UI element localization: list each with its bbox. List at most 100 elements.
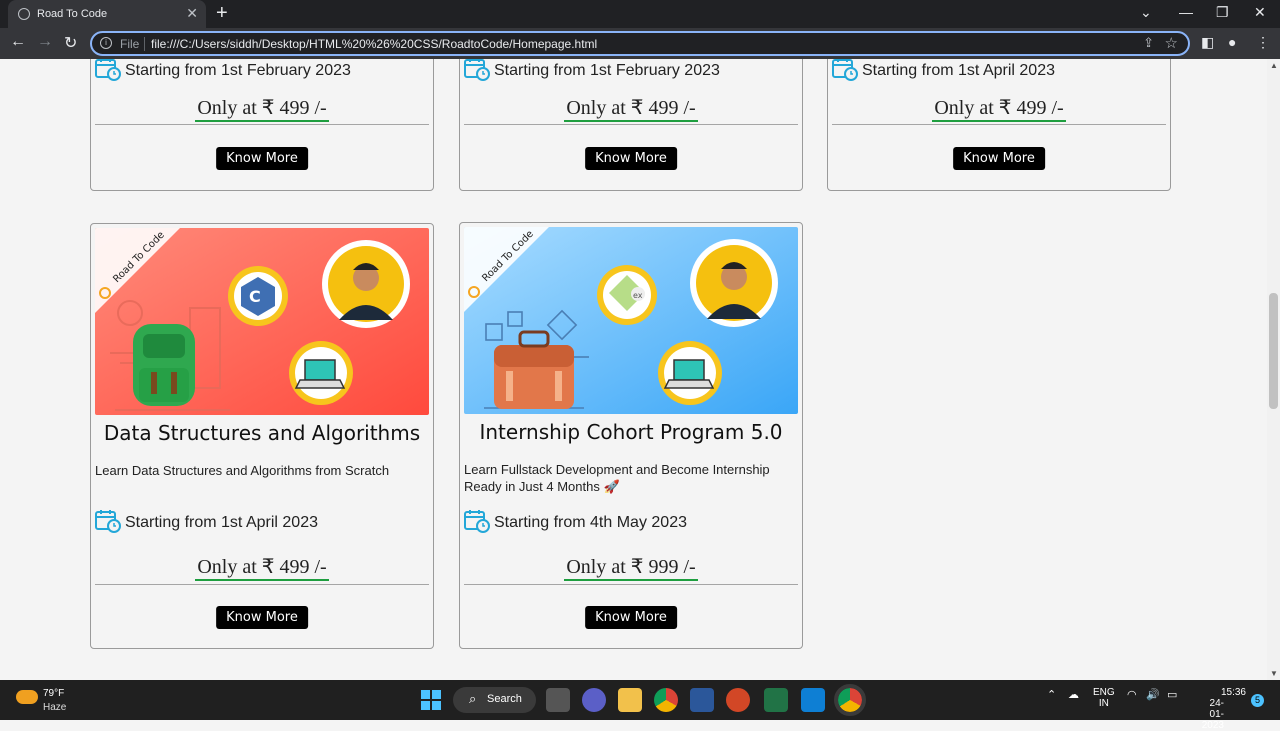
chrome-icon[interactable] <box>654 688 678 712</box>
know-more-button[interactable]: Know More <box>585 147 677 170</box>
card-divider <box>95 584 429 585</box>
know-more-button[interactable]: Know More <box>953 147 1045 170</box>
profile-icon[interactable]: ● <box>1228 34 1236 50</box>
globe-icon <box>18 8 30 20</box>
svg-text:ex: ex <box>633 291 643 300</box>
page-scrollbar[interactable]: ▲ ▼ <box>1267 59 1280 680</box>
course-card: Starting from 1st February 2023 Only at … <box>90 59 434 191</box>
calendar-icon <box>464 59 490 81</box>
share-icon[interactable]: ⇪ <box>1143 35 1154 51</box>
price-text: Only at ₹ 499 /- <box>195 97 329 122</box>
url-text[interactable]: file:///C:/Users/siddh/Desktop/HTML%20%2… <box>151 37 597 51</box>
clock[interactable]: 15:36 24-01-2023 <box>1202 687 1246 731</box>
tray-overflow-icon[interactable]: ⌃ <box>1047 688 1056 701</box>
calendar-icon <box>464 510 490 533</box>
maximize-button[interactable]: ❐ <box>1216 4 1229 21</box>
price: Only at ₹ 499 /- <box>828 95 1170 122</box>
card-divider <box>832 124 1166 125</box>
dsa-banner-illustration: Road To Code C <box>95 228 429 415</box>
scroll-up-arrow-icon[interactable]: ▲ <box>1270 61 1278 70</box>
scrollbar-thumb[interactable] <box>1269 293 1278 409</box>
scroll-down-arrow-icon[interactable]: ▼ <box>1270 669 1278 678</box>
card-divider <box>95 124 429 125</box>
start-text: Starting from 4th May 2023 <box>494 514 687 531</box>
file-explorer-icon[interactable] <box>618 688 642 712</box>
svg-text:C: C <box>249 287 261 306</box>
price-text: Only at ₹ 499 /- <box>564 97 698 122</box>
price-text: Only at ₹ 999 /- <box>564 556 698 581</box>
forward-button[interactable]: → <box>37 33 53 51</box>
address-bar[interactable]: i File file:///C:/Users/siddh/Desktop/HT… <box>90 31 1190 56</box>
course-banner[interactable]: Road To Code ex <box>464 227 798 414</box>
course-description: Learn Fullstack Development and Become I… <box>464 462 770 494</box>
price: Only at ₹ 499 /- <box>91 554 433 581</box>
haze-weather-icon <box>16 690 38 704</box>
start-text: Starting from 1st February 2023 <box>125 62 351 79</box>
reload-button[interactable]: ↻ <box>64 33 77 53</box>
price: Only at ₹ 999 /- <box>460 554 802 581</box>
course-banner[interactable]: Road To Code C <box>95 228 429 415</box>
wifi-icon[interactable]: ◠ <box>1127 688 1137 701</box>
card-divider <box>464 584 798 585</box>
tab-search-icon[interactable]: ⌄ <box>1140 4 1152 21</box>
bookmark-star-icon[interactable]: ☆ <box>1165 34 1178 52</box>
close-window-button[interactable]: ✕ <box>1254 4 1266 21</box>
course-card-internship: Road To Code ex Internship Cohort Progra… <box>459 222 803 649</box>
course-card: Starting from 1st February 2023 Only at … <box>459 59 803 191</box>
course-title: Internship Cohort Program 5.0 <box>479 420 783 444</box>
browser-titlebar: Road To Code ✕ + ⌄ — ❐ ✕ <box>0 0 1280 28</box>
weather-temp: 79°F <box>43 688 65 699</box>
site-info-icon[interactable]: i <box>100 37 112 49</box>
omnibox-separator <box>144 37 145 51</box>
language-indicator[interactable]: ENG IN <box>1093 687 1115 709</box>
volume-icon[interactable]: 🔊 <box>1146 688 1160 701</box>
price: Only at ₹ 499 /- <box>91 95 433 122</box>
teams-chat-icon[interactable] <box>582 688 606 712</box>
back-button[interactable]: ← <box>10 33 26 51</box>
url-scheme: File <box>120 37 140 51</box>
price: Only at ₹ 499 /- <box>460 95 802 122</box>
notification-badge[interactable]: 5 <box>1251 694 1264 707</box>
vscode-icon[interactable] <box>801 688 825 712</box>
windows-logo-icon <box>421 690 441 710</box>
side-panel-icon[interactable]: ◧ <box>1201 34 1214 51</box>
weather-condition: Haze <box>43 702 67 713</box>
lang-top: ENG <box>1093 687 1115 698</box>
internship-banner-illustration: Road To Code ex <box>464 227 798 414</box>
new-tab-button[interactable]: + <box>216 2 228 25</box>
search-label: Search <box>487 693 522 705</box>
card-divider <box>464 124 798 125</box>
browser-tab[interactable]: Road To Code ✕ <box>8 0 206 28</box>
tab-close-icon[interactable]: ✕ <box>186 5 198 22</box>
lang-bottom: IN <box>1098 698 1109 709</box>
start-text: Starting from 1st April 2023 <box>125 514 318 531</box>
calendar-icon <box>95 59 121 81</box>
menu-icon[interactable]: ⋮ <box>1256 34 1270 51</box>
powerpoint-icon[interactable] <box>726 688 750 712</box>
taskbar-search[interactable]: ⌕ Search <box>453 687 536 713</box>
chrome-active-icon[interactable] <box>834 684 866 716</box>
know-more-button[interactable]: Know More <box>216 147 308 170</box>
course-card: Starting from 1st April 2023 Only at ₹ 4… <box>827 59 1171 191</box>
clock-date: 24-01-2023 <box>1201 698 1224 731</box>
start-text: Starting from 1st February 2023 <box>494 62 720 79</box>
task-view-icon[interactable] <box>546 688 570 712</box>
price-text: Only at ₹ 499 /- <box>195 556 329 581</box>
minimize-button[interactable]: — <box>1179 4 1193 20</box>
know-more-button[interactable]: Know More <box>585 606 677 629</box>
taskbar: 79°F Haze ⌕ Search ⌃ ☁ ENG IN ◠ 🔊 ▭ 15:3… <box>0 680 1280 731</box>
battery-icon[interactable]: ▭ <box>1167 688 1177 701</box>
calendar-icon <box>95 510 121 533</box>
know-more-button[interactable]: Know More <box>216 606 308 629</box>
browser-toolbar: ← → ↻ i File file:///C:/Users/siddh/Desk… <box>0 28 1280 59</box>
tab-title: Road To Code <box>37 8 108 20</box>
clock-time: 15:36 <box>1220 687 1246 698</box>
price-text: Only at ₹ 499 /- <box>932 97 1066 122</box>
start-text: Starting from 1st April 2023 <box>862 62 1055 79</box>
course-card-dsa: Road To Code C Data Structures and Algor… <box>90 223 434 649</box>
network-off-icon[interactable]: ☁ <box>1068 688 1079 701</box>
excel-icon[interactable] <box>764 688 788 712</box>
course-description: Learn Data Structures and Algorithms fro… <box>95 463 390 478</box>
word-icon[interactable] <box>690 688 714 712</box>
start-button[interactable] <box>419 688 443 712</box>
